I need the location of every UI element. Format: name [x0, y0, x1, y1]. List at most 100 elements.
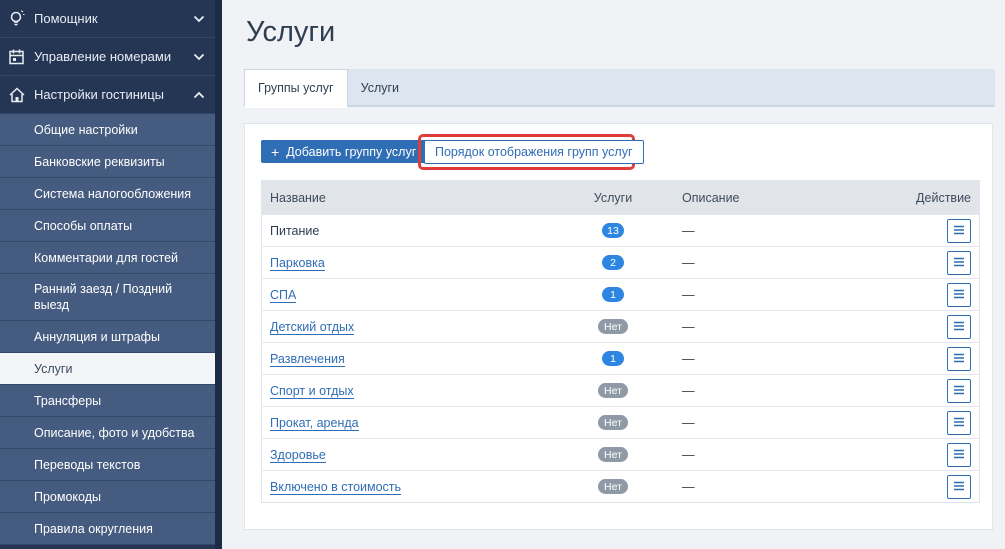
row-menu-button[interactable]	[947, 282, 971, 307]
cell-name: Спорт и отдых	[262, 383, 562, 399]
cell-description: —	[682, 351, 695, 366]
add-service-group-button[interactable]: + Добавить группу услуг	[261, 140, 427, 163]
menu-icon	[953, 288, 965, 302]
sidebar-scrollbar[interactable]	[215, 0, 222, 549]
cell-action	[864, 346, 979, 371]
menu-icon	[953, 448, 965, 462]
group-name-link[interactable]: Здоровье	[270, 447, 326, 463]
services-count-badge: Нет	[598, 479, 628, 494]
header-services: Услуги	[593, 190, 633, 205]
group-name-link[interactable]: Парковка	[270, 255, 325, 271]
cell-services: Нет	[562, 415, 664, 430]
sidebar-section-label: Помощник	[34, 11, 98, 26]
group-name-link[interactable]: Спорт и отдых	[270, 383, 354, 399]
home-icon	[8, 86, 26, 104]
sidebar-item-0[interactable]: Общие настройки	[0, 114, 215, 146]
sidebar-item-3[interactable]: Способы оплаты	[0, 210, 215, 242]
row-menu-button[interactable]	[947, 378, 971, 403]
table-row: Здоровье Нет —	[262, 438, 979, 470]
menu-icon	[953, 224, 965, 238]
table-row: СПА 1 —	[262, 278, 979, 310]
cell-action	[864, 474, 979, 499]
sidebar: Помощник Управление номерами Настройки гос…	[0, 0, 215, 549]
sidebar-item-1[interactable]: Банковские реквизиты	[0, 146, 215, 178]
sidebar-section-1[interactable]: Управление номерами	[0, 38, 215, 76]
sidebar-item-5[interactable]: Ранний заезд / Поздний выезд	[0, 274, 215, 321]
sidebar-item-9[interactable]: Описание, фото и удобства	[0, 417, 215, 449]
row-menu-button[interactable]	[947, 314, 971, 339]
cell-description: —	[682, 447, 695, 462]
row-menu-button[interactable]	[947, 346, 971, 371]
cell-services: Нет	[562, 447, 664, 462]
table-row: Включено в стоимость Нет —	[262, 470, 979, 502]
cell-action	[864, 282, 979, 307]
cell-action	[864, 218, 979, 243]
services-count-badge: Нет	[598, 383, 628, 398]
services-count-badge: Нет	[598, 319, 628, 334]
group-name-link[interactable]: Включено в стоимость	[270, 479, 402, 495]
tab-services[interactable]: Услуги	[348, 69, 412, 107]
sidebar-item-6[interactable]: Аннуляция и штрафы	[0, 321, 215, 353]
header-name: Название	[270, 190, 326, 205]
table-header: Название Услуги Описание Действие	[262, 181, 979, 214]
sidebar-section-2[interactable]: Настройки гостиницы	[0, 76, 215, 114]
sidebar-item-10[interactable]: Переводы текстов	[0, 449, 215, 481]
header-description: Описание	[682, 190, 740, 205]
sidebar-item-7[interactable]: Услуги	[0, 353, 215, 385]
cell-name: СПА	[262, 287, 562, 303]
menu-icon	[953, 320, 965, 334]
row-menu-button[interactable]	[947, 218, 971, 243]
cell-description: —	[682, 479, 695, 494]
menu-icon	[953, 352, 965, 366]
cell-name: Парковка	[262, 255, 562, 271]
group-name-link[interactable]: СПА	[270, 287, 297, 303]
chevron-down-icon	[189, 49, 209, 64]
chevron-up-icon	[189, 87, 209, 102]
sidebar-item-11[interactable]: Промокоды	[0, 481, 215, 513]
menu-icon	[953, 384, 965, 398]
cell-description: —	[682, 415, 695, 430]
sidebar-section-0[interactable]: Помощник	[0, 0, 215, 38]
cell-services: 1	[562, 287, 664, 302]
tab-service-groups[interactable]: Группы услуг	[244, 69, 348, 108]
services-count-badge: 1	[602, 351, 624, 366]
add-service-group-label: Добавить группу услуг	[286, 144, 417, 159]
cell-description: —	[682, 287, 695, 302]
group-name-link[interactable]: Детский отдых	[270, 319, 355, 335]
services-count-badge: 13	[602, 223, 624, 238]
hotel-settings-submenu: Общие настройки Банковские реквизиты Систе…	[0, 114, 215, 545]
cell-services: Нет	[562, 479, 664, 494]
group-name: Питание	[270, 223, 320, 238]
sidebar-item-4[interactable]: Комментарии для гостей	[0, 242, 215, 274]
cell-services: 13	[562, 223, 664, 238]
group-name-link[interactable]: Прокат, аренда	[270, 415, 359, 431]
cell-action	[864, 250, 979, 275]
cell-name: Здоровье	[262, 447, 562, 463]
cell-action	[864, 410, 979, 435]
cell-description: —	[682, 319, 695, 334]
service-groups-panel: + Добавить группу услуг Порядок отображе…	[244, 123, 993, 530]
row-menu-button[interactable]	[947, 442, 971, 467]
row-menu-button[interactable]	[947, 474, 971, 499]
sidebar-item-2[interactable]: Система налогообложения	[0, 178, 215, 210]
cell-action	[864, 442, 979, 467]
services-count-badge: 2	[602, 255, 624, 270]
menu-icon	[953, 480, 965, 494]
chevron-down-icon	[189, 11, 209, 26]
sidebar-item-8[interactable]: Трансферы	[0, 385, 215, 417]
group-name-link[interactable]: Развлечения	[270, 351, 345, 367]
tab-bar: Группы услуг Услуги	[244, 69, 995, 108]
display-order-button[interactable]: Порядок отображения групп услуг	[424, 140, 644, 164]
cell-name: Прокат, аренда	[262, 415, 562, 431]
row-menu-button[interactable]	[947, 410, 971, 435]
table-row: Парковка 2 —	[262, 246, 979, 278]
sidebar-item-12[interactable]: Правила округления	[0, 513, 215, 545]
table-row: Детский отдых Нет —	[262, 310, 979, 342]
page-title: Услуги	[246, 16, 336, 48]
cell-name: Детский отдых	[262, 319, 562, 335]
cell-name: Развлечения	[262, 351, 562, 367]
cell-name: Включено в стоимость	[262, 479, 562, 495]
row-menu-button[interactable]	[947, 250, 971, 275]
cell-action	[864, 378, 979, 403]
table-row: Питание 13 —	[262, 214, 979, 246]
